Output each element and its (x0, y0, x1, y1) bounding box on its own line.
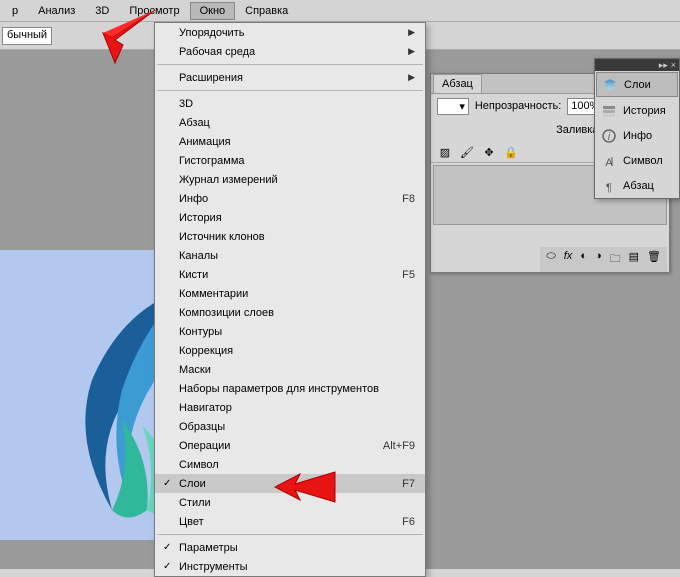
annotation-arrow-bottom (270, 462, 340, 512)
menu-measurementlog-panel[interactable]: Журнал измерений (155, 170, 425, 189)
menu-window[interactable]: Окно (190, 2, 236, 20)
lock-position-icon[interactable]: ✥ (481, 144, 497, 160)
flyout-history[interactable]: История (595, 98, 679, 123)
flyout-paragraph[interactable]: ¶ Абзац (595, 173, 679, 198)
menu-adjustments-panel[interactable]: Коррекция (155, 341, 425, 360)
lock-transparent-icon[interactable]: ▨ (437, 144, 453, 160)
mask-icon[interactable]: ◐ (580, 250, 587, 269)
paragraph-icon: ¶ (601, 178, 617, 194)
menu-info-panel[interactable]: ИнфоF8 (155, 189, 425, 208)
submenu-arrow-icon: ▶ (408, 46, 415, 57)
opacity-label: Непрозрачность: (475, 100, 561, 112)
fx-button-icon[interactable]: fx (564, 250, 573, 269)
menu-animation-panel[interactable]: Анимация (155, 132, 425, 151)
menu-separator (157, 534, 423, 535)
svg-text:¶: ¶ (606, 182, 612, 194)
menu-workspace[interactable]: Рабочая среда▶ (155, 42, 425, 61)
menu-swatches-panel[interactable]: Образцы (155, 417, 425, 436)
history-icon (601, 103, 617, 119)
menu-paths-panel[interactable]: Контуры (155, 322, 425, 341)
lock-pixels-icon[interactable]: 🖌 (459, 144, 475, 160)
menu-r[interactable]: р (2, 2, 28, 20)
menu-masks-panel[interactable]: Маски (155, 360, 425, 379)
menu-3d-panel[interactable]: 3D (155, 94, 425, 113)
menu-clonesource-panel[interactable]: Источник клонов (155, 227, 425, 246)
menu-histogram-panel[interactable]: Гистограмма (155, 151, 425, 170)
menu-navigator-panel[interactable]: Навигатор (155, 398, 425, 417)
flyout-character[interactable]: A Символ (595, 148, 679, 173)
submenu-arrow-icon: ▶ (408, 27, 415, 38)
info-icon: i (601, 128, 617, 144)
adjustment-icon[interactable]: ◑ (595, 250, 602, 269)
flyout-info[interactable]: i Инфо (595, 123, 679, 148)
options-field[interactable]: бычный (2, 27, 52, 45)
check-icon: ✓ (163, 542, 171, 553)
check-icon: ✓ (163, 478, 171, 489)
menu-color-panel[interactable]: ЦветF6 (155, 512, 425, 531)
menu-tools[interactable]: ✓Инструменты (155, 557, 425, 576)
menu-channels-panel[interactable]: Каналы (155, 246, 425, 265)
layers-icon (602, 77, 618, 93)
character-icon: A (601, 153, 617, 169)
submenu-arrow-icon: ▶ (408, 72, 415, 83)
menu-history-panel[interactable]: История (155, 208, 425, 227)
menu-notes-panel[interactable]: Комментарии (155, 284, 425, 303)
panel-flyout[interactable]: ▸▸ × Слои История i Инфо A Символ ¶ Абза… (594, 58, 680, 199)
close-icon[interactable]: × (671, 60, 676, 70)
tab-paragraph[interactable]: Абзац (433, 74, 482, 93)
flyout-header: ▸▸ × (595, 59, 679, 71)
link-icon[interactable]: ⬭ (546, 250, 555, 269)
menu-actions-panel[interactable]: ОперацииAlt+F9 (155, 436, 425, 455)
flyout-layers[interactable]: Слои (596, 72, 678, 97)
menu-separator (157, 90, 423, 91)
lock-all-icon[interactable]: 🔒 (503, 144, 519, 160)
menu-separator (157, 64, 423, 65)
menu-layercomps-panel[interactable]: Композиции слоев (155, 303, 425, 322)
menu-toolpresets-panel[interactable]: Наборы параметров для инструментов (155, 379, 425, 398)
check-icon: ✓ (163, 561, 171, 572)
folder-icon[interactable]: 🗀 (610, 250, 621, 269)
menu-analysis[interactable]: Анализ (28, 2, 85, 20)
menu-arrange[interactable]: Упорядочить▶ (155, 23, 425, 42)
menu-extensions[interactable]: Расширения▶ (155, 68, 425, 87)
annotation-arrow-top (95, 5, 165, 65)
layers-footer: ⬭ fx ◐ ◑ 🗀 ▤ 🗑 (540, 247, 667, 272)
blend-mode-select[interactable]: ▾ (437, 98, 469, 115)
menu-help[interactable]: Справка (235, 2, 298, 20)
menu-brushes-panel[interactable]: КистиF5 (155, 265, 425, 284)
menu-paragraph-panel[interactable]: Абзац (155, 113, 425, 132)
trash-icon[interactable]: 🗑 (647, 250, 661, 269)
new-layer-icon[interactable]: ▤ (629, 250, 639, 269)
menu-options[interactable]: ✓Параметры (155, 538, 425, 557)
collapse-icon[interactable]: ▸▸ (659, 60, 668, 71)
